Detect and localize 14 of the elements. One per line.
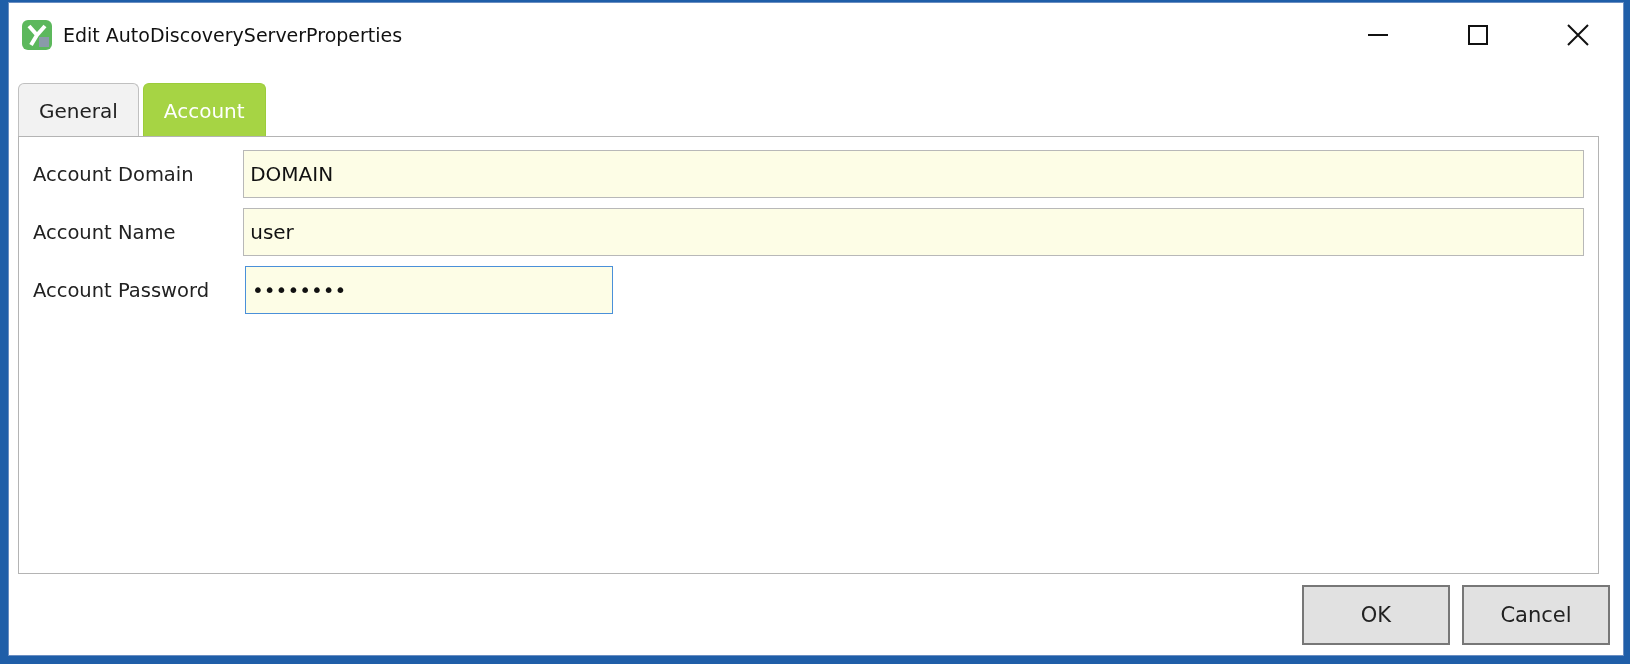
maximize-icon [1467,24,1489,46]
text-field[interactable]: DOMAIN [243,150,1584,198]
cancel-button[interactable]: Cancel [1462,585,1610,645]
ok-button[interactable]: OK [1302,585,1450,645]
minimize-icon [1367,34,1389,36]
app-icon [21,19,53,51]
text-field[interactable]: user [243,208,1584,256]
field-label: Account Domain [33,162,195,186]
password-field[interactable]: •••••••• [245,266,613,314]
close-icon [1567,24,1589,46]
field-label: Account Name [33,220,177,244]
window-title: Edit AutoDiscoveryServerProperties [63,24,404,46]
tab[interactable]: General [18,83,139,137]
field-label: Account Password [33,278,210,302]
